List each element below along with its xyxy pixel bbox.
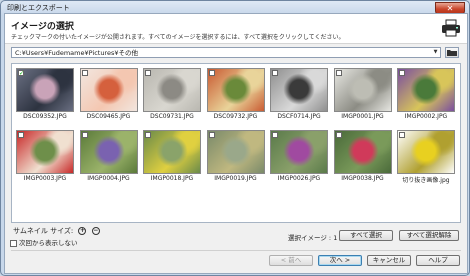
dont-show-again-checkbox[interactable] — [10, 239, 17, 247]
thumbnail-checkbox[interactable] — [208, 132, 215, 138]
thumbnail-image[interactable] — [333, 130, 392, 174]
thumbnail-image[interactable] — [397, 68, 455, 112]
folder-path-row: C:¥Users¥Fudemame¥Pictures¥その他 ▼ — [11, 47, 461, 59]
thumbnail-checkbox[interactable] — [335, 132, 342, 138]
thumbnail-item[interactable]: DSC09732.JPG — [206, 68, 265, 122]
zoom-out-icon[interactable]: − — [91, 227, 100, 235]
thumbnail-size-controls: サムネイル サイズ: + − — [13, 226, 100, 236]
thumbnail-checkbox[interactable] — [335, 70, 342, 76]
next-button[interactable]: 次へ > — [318, 255, 362, 266]
thumbnail-image[interactable] — [206, 68, 265, 112]
dont-show-again-label: 次回から表示しない — [19, 239, 78, 247]
footer-divider — [11, 250, 461, 251]
thumbnail-checkbox[interactable] — [145, 132, 151, 138]
print-export-window: 印刷とエクスポート ✕ イメージの選択 チェックマークの付いたイメージが公開され… — [0, 0, 470, 276]
thumbnail-filename: IMGP0038.JPG — [341, 175, 384, 182]
thumbnail-image[interactable] — [206, 130, 265, 174]
thumbnail-item[interactable]: IMGP0002.JPG — [397, 68, 455, 122]
thumbnail-filename: DSCF0714.JPG — [277, 113, 321, 120]
thumbnail-item[interactable]: ✓ DSC09352.JPG — [16, 68, 74, 122]
thumbnail-checkbox[interactable] — [399, 132, 405, 138]
thumbnail-checkbox[interactable]: ✓ — [18, 70, 24, 77]
thumbnail-item[interactable]: IMGP0019.JPG — [206, 130, 265, 184]
dialog-client: イメージの選択 チェックマークの付いたイメージが公開されます。すべてのイメージを… — [4, 13, 468, 274]
thumbnail-filename: DSC09732.JPG — [213, 113, 258, 120]
thumbnail-item[interactable]: IMGP0038.JPG — [333, 130, 392, 184]
browse-folder-button[interactable] — [445, 47, 459, 58]
thumbnail-grid[interactable]: ✓ DSC09352.JPG DSC09465.JPG DSC09731.JPG DSC… — [11, 63, 461, 223]
thumbnail-item[interactable]: DSC09731.JPG — [143, 68, 201, 122]
thumbnail-filename: IMGP0001.JPG — [341, 113, 384, 120]
page-title: イメージの選択 — [11, 22, 74, 32]
page-subtitle: チェックマークの付いたイメージが公開されます。すべてのイメージを選択するには、す… — [11, 34, 345, 41]
thumbnail-item[interactable]: DSC09465.JPG — [79, 68, 138, 122]
thumbnail-image[interactable] — [143, 130, 201, 174]
thumbnail-filename: IMGP0018.JPG — [150, 175, 194, 182]
thumbnail-item[interactable]: IMGP0004.JPG — [79, 130, 138, 184]
thumbnail-checkbox[interactable] — [18, 132, 24, 138]
thumbnail-item[interactable]: IMGP0018.JPG — [143, 130, 201, 184]
thumbnail-filename: IMGP0002.JPG — [404, 113, 448, 120]
printer-icon — [442, 19, 460, 37]
folder-icon — [447, 50, 457, 56]
thumbnail-filename: IMGP0026.JPG — [277, 175, 321, 182]
help-button[interactable]: ヘルプ — [416, 255, 460, 266]
zoom-in-icon[interactable]: + — [78, 227, 87, 235]
back-button[interactable]: < 前へ — [269, 255, 313, 266]
thumbnail-image[interactable] — [143, 68, 201, 112]
thumbnail-item[interactable]: 切り抜き画像.jpg — [397, 130, 455, 184]
title-bar[interactable]: 印刷とエクスポート ✕ — [1, 1, 469, 15]
thumbnail-filename: DSC09731.JPG — [150, 113, 194, 120]
thumbnail-checkbox[interactable] — [81, 70, 88, 76]
window-title: 印刷とエクスポート — [7, 4, 70, 12]
thumbnail-item[interactable]: DSCF0714.JPG — [270, 68, 328, 122]
thumbnail-filename: IMGP0004.JPG — [87, 175, 130, 182]
thumbnail-checkbox[interactable] — [145, 70, 151, 76]
thumbnail-image[interactable] — [16, 130, 74, 174]
thumbnail-image[interactable] — [270, 130, 328, 174]
thumbnail-checkbox[interactable] — [272, 70, 278, 76]
thumbnail-item[interactable]: IMGP0001.JPG — [333, 68, 392, 122]
thumbnail-image[interactable] — [79, 68, 138, 112]
thumbnail-checkbox[interactable] — [208, 70, 215, 76]
dont-show-again-row[interactable]: 次回から表示しない — [10, 237, 78, 247]
thumbnail-item[interactable]: IMGP0026.JPG — [270, 130, 328, 184]
thumbnail-image[interactable] — [397, 130, 455, 174]
header-band: イメージの選択 チェックマークの付いたイメージが公開されます。すべてのイメージを… — [5, 14, 467, 44]
deselect-all-button[interactable]: すべて選択解除 — [399, 230, 459, 241]
cancel-button[interactable]: キャンセル — [367, 255, 411, 266]
thumbnail-filename: DSC09465.JPG — [86, 113, 131, 120]
folder-path-select[interactable]: C:¥Users¥Fudemame¥Pictures¥その他 ▼ — [11, 47, 441, 58]
thumbnail-checkbox[interactable] — [81, 132, 88, 138]
thumbnail-item[interactable]: IMGP0003.JPG — [16, 130, 74, 184]
thumbnail-checkbox[interactable] — [399, 70, 405, 76]
thumbnail-image[interactable] — [16, 68, 74, 112]
thumbnail-filename: DSC09352.JPG — [23, 113, 67, 120]
select-all-button[interactable]: すべて選択 — [339, 230, 393, 241]
folder-path-value: C:¥Users¥Fudemame¥Pictures¥その他 — [15, 49, 138, 57]
thumbnail-checkbox[interactable] — [272, 132, 278, 138]
thumbnail-filename: IMGP0003.JPG — [23, 175, 67, 182]
thumbnail-image[interactable] — [333, 68, 392, 112]
thumbnail-image[interactable] — [79, 130, 138, 174]
thumbnail-filename: IMGP0019.JPG — [214, 175, 257, 182]
chevron-down-icon[interactable]: ▼ — [431, 48, 440, 57]
thumbnail-filename: 切り抜き画像.jpg — [402, 177, 450, 184]
thumbnail-image[interactable] — [270, 68, 328, 112]
thumbnail-size-label: サムネイル サイズ: — [13, 227, 74, 235]
